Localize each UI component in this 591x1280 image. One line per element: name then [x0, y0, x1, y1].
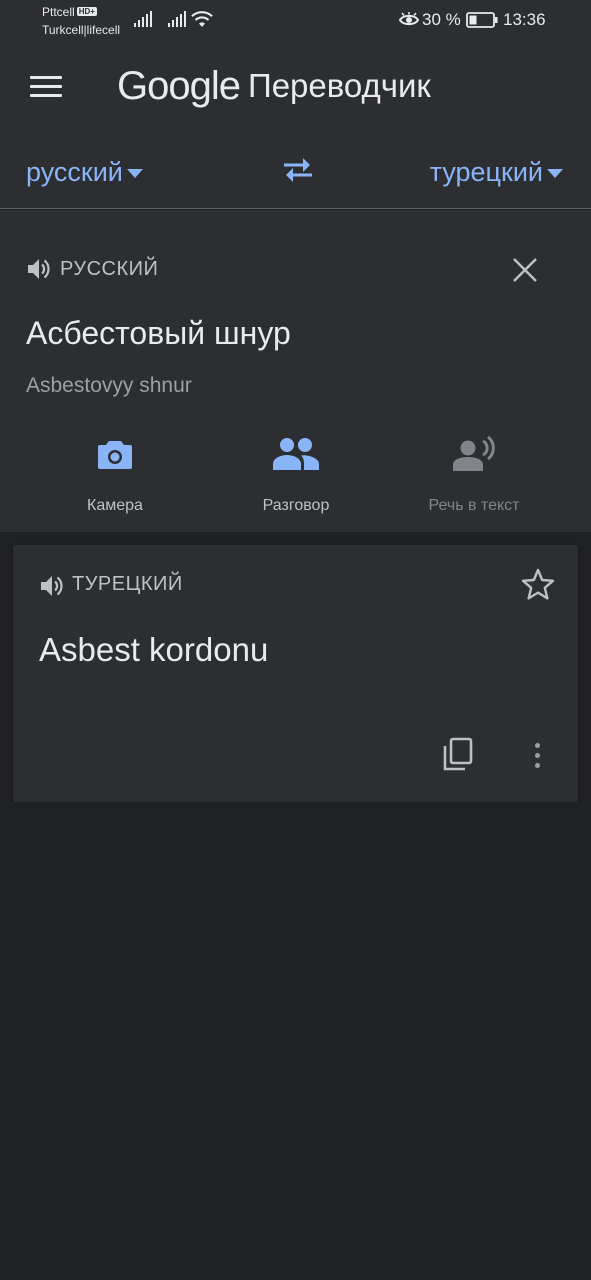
carrier-secondary: Turkcell|lifecell	[42, 23, 121, 37]
target-language-selector[interactable]: турецкий	[430, 157, 563, 188]
menu-bar-line	[30, 84, 62, 88]
app-title: Google Переводчик	[117, 62, 431, 110]
conversation-label: Разговор	[262, 497, 330, 514]
close-icon[interactable]	[505, 250, 545, 290]
camera-button[interactable]: Камера	[25, 432, 205, 515]
dropdown-arrow-icon	[547, 169, 563, 178]
transliteration-text: Asbestovyy shnur	[26, 374, 192, 397]
status-bar: Pttcell HD+ Turkcell|lifecell 30 % 13:36	[0, 0, 591, 42]
battery-icon	[466, 12, 498, 28]
conversation-icon	[273, 438, 319, 470]
dot	[534, 763, 540, 768]
translation-result-card[interactable]: ТУРЕЦКИЙ Asbest kordonu	[13, 545, 578, 802]
eye-icon	[399, 12, 419, 26]
empty-content-area	[0, 802, 591, 1280]
battery-percent: 30 %	[422, 10, 461, 29]
target-language-heading: ТУРЕЦКИЙ	[72, 573, 183, 595]
copy-icon[interactable]	[441, 737, 475, 773]
menu-bar-line	[30, 93, 62, 97]
app-name: Переводчик	[247, 67, 431, 104]
carrier-primary-name: Pttcell	[42, 5, 75, 19]
speech-to-text-label: Речь в текст	[428, 497, 520, 514]
app-bar: Google Переводчик	[0, 42, 591, 131]
menu-bar-line	[30, 75, 62, 79]
source-language-selector[interactable]: русский	[26, 157, 143, 188]
input-panel: РУССКИЙ Асбестовый шнур Asbestovyy shnur…	[0, 210, 591, 532]
signal-icon	[134, 11, 152, 27]
conversation-button[interactable]: Разговор	[206, 432, 386, 515]
speaker-icon[interactable]	[39, 573, 65, 599]
hamburger-menu-icon[interactable]	[22, 62, 70, 110]
swap-arrows-icon[interactable]	[278, 153, 318, 187]
speaker-icon[interactable]	[26, 256, 52, 282]
camera-icon	[98, 441, 132, 469]
dot	[534, 743, 540, 748]
speech-to-text-button[interactable]: Речь в текст	[384, 432, 564, 515]
language-bar: русский турецкий	[0, 131, 591, 209]
star-icon[interactable]	[520, 567, 556, 603]
source-language-label: русский	[26, 157, 123, 187]
more-vert-icon[interactable]	[525, 739, 549, 775]
clock: 13:36	[503, 10, 546, 29]
source-language-heading: РУССКИЙ	[60, 258, 159, 280]
carrier-primary: Pttcell HD+	[42, 5, 97, 19]
dot	[534, 753, 540, 758]
wifi-icon	[191, 11, 213, 27]
translated-text: Asbest kordonu	[39, 631, 269, 668]
hd-badge: HD+	[76, 7, 97, 16]
source-text[interactable]: Асбестовый шнур	[26, 315, 291, 352]
camera-label: Камера	[87, 497, 143, 514]
signal-icon	[168, 11, 186, 27]
dropdown-arrow-icon	[126, 169, 143, 178]
google-logo: Google	[117, 63, 241, 108]
speech-to-text-icon	[453, 436, 495, 471]
target-language-label: турецкий	[429, 157, 543, 187]
